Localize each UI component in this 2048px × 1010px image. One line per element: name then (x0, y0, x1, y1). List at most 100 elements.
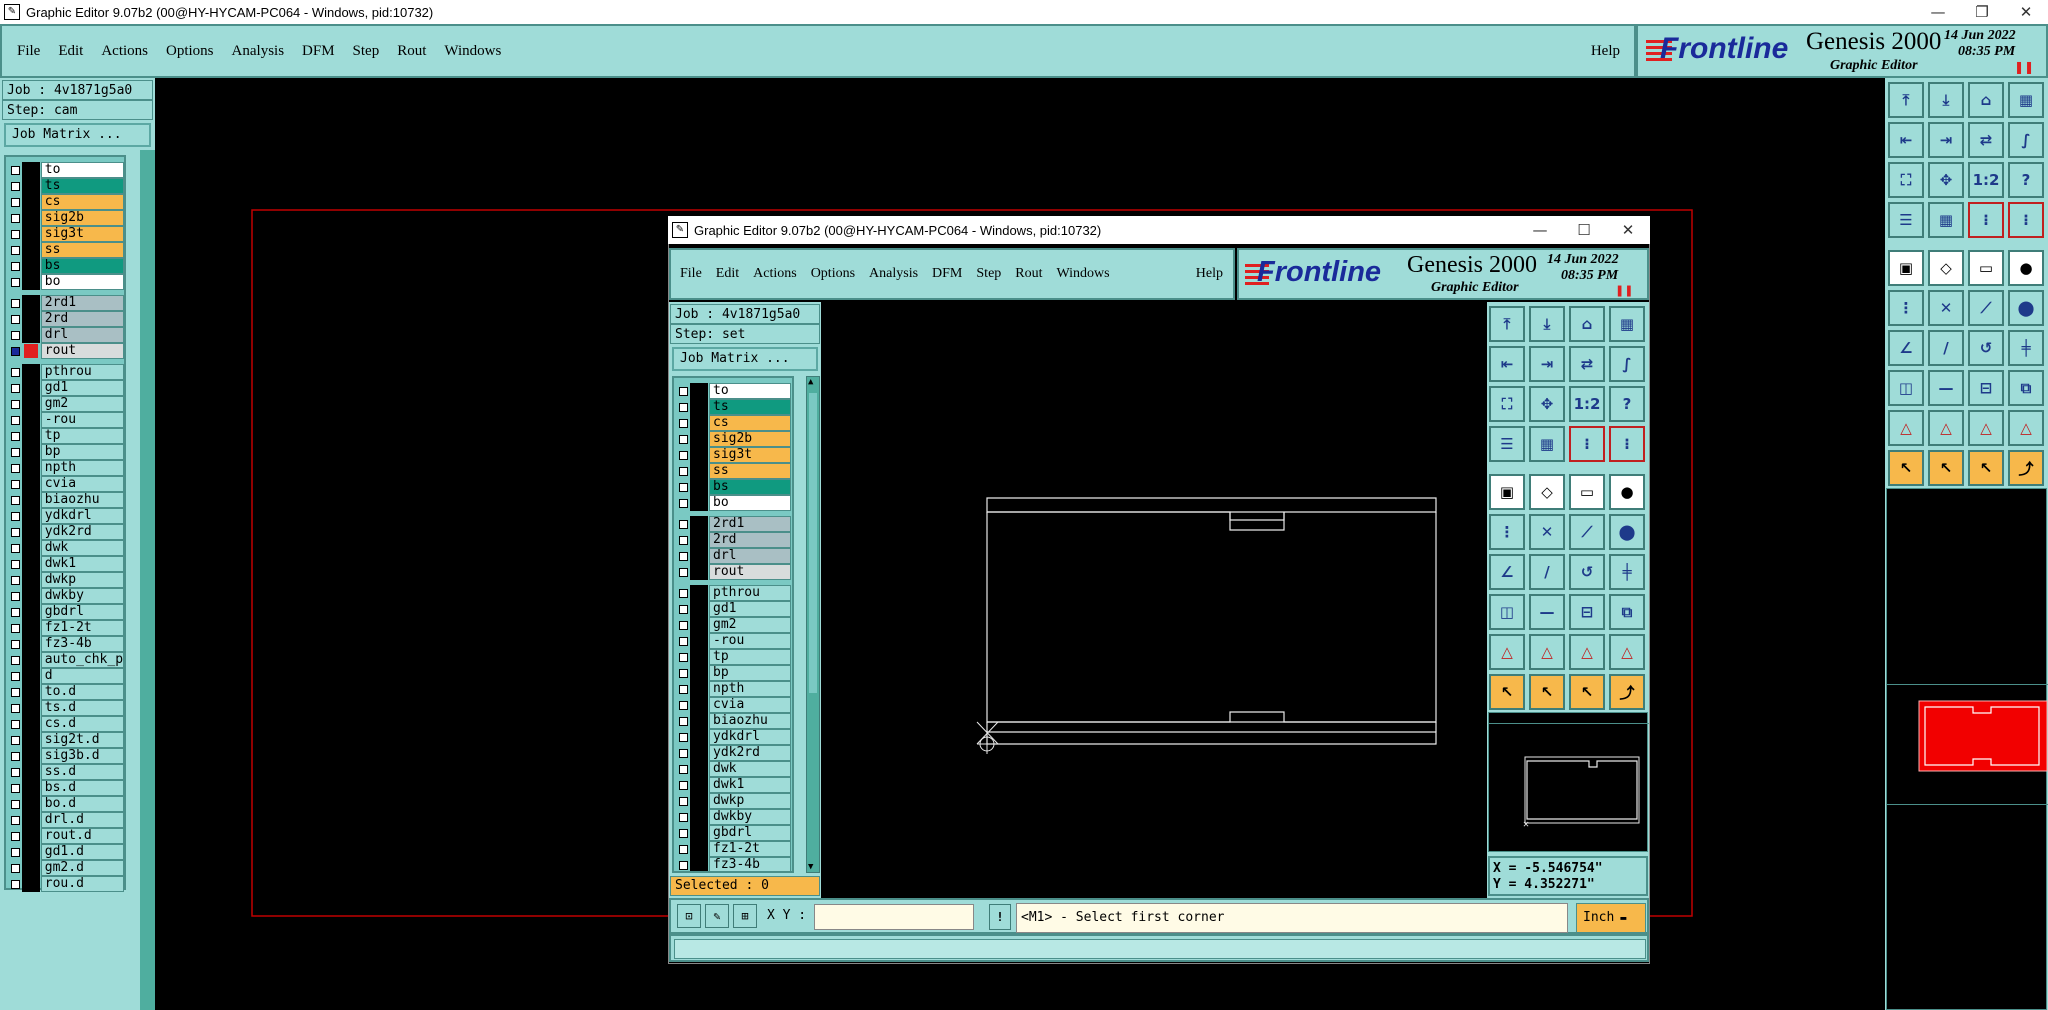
pointer-route-icon[interactable]: ⤴ (2008, 450, 2044, 486)
layer-checkbox[interactable] (11, 165, 20, 175)
layer-checkbox[interactable] (11, 245, 20, 255)
layer-row[interactable]: gd1.d (6, 844, 124, 860)
layer-row[interactable]: ydkdrl (6, 508, 124, 524)
layer-checkbox[interactable] (679, 812, 688, 822)
layer-checkbox[interactable] (679, 860, 688, 870)
inner-maximize-button[interactable]: ☐ (1562, 221, 1606, 239)
layer-row[interactable]: fz3-4b (674, 857, 792, 871)
inner-graphics-canvas[interactable] (822, 302, 1486, 898)
layer-name[interactable]: bs.d (40, 780, 124, 796)
outer-restore-button[interactable]: ❐ (1960, 3, 2004, 21)
layer-checkbox[interactable] (11, 415, 20, 425)
layer-checkbox[interactable] (679, 636, 688, 646)
inner-menu-actions[interactable]: Actions (753, 266, 797, 282)
measure-icon[interactable]: ▣ (1489, 474, 1525, 510)
layer-row[interactable]: bo (674, 495, 792, 511)
layer-row[interactable]: ydk2rd (6, 524, 124, 540)
layer-row[interactable]: tp (6, 428, 124, 444)
layer-checkbox[interactable] (679, 402, 688, 412)
layer-checkbox[interactable] (679, 434, 688, 444)
layer-checkbox[interactable] (679, 748, 688, 758)
traffic-light-icon[interactable]: ⁝ (1569, 426, 1605, 462)
layer-row[interactable]: to (6, 162, 124, 178)
layer-checkbox[interactable] (679, 498, 688, 508)
layer-name[interactable]: dwkby (709, 809, 791, 825)
select-icon[interactable]: ⋮ (1489, 514, 1525, 550)
layer-checkbox[interactable] (11, 831, 20, 841)
layer-name[interactable]: sig2t.d (40, 732, 124, 748)
layer-name[interactable]: fz1-2t (40, 620, 124, 636)
layer-checkbox[interactable] (679, 668, 688, 678)
layer-row[interactable]: biaozhu (674, 713, 792, 729)
fit-icon[interactable]: ⛶ (1888, 162, 1924, 198)
outer-menu-dfm[interactable]: DFM (302, 43, 335, 60)
layer-name[interactable]: to.d (40, 684, 124, 700)
layer-row[interactable]: -rou (674, 633, 792, 649)
traffic-light-icon[interactable]: ⁝ (1968, 202, 2004, 238)
layer-checkbox[interactable] (11, 346, 20, 356)
zoom-edit-icon[interactable]: ✎ (705, 904, 729, 928)
connect-icon[interactable]: ⟋ (1968, 290, 2004, 326)
scroll-up-icon[interactable]: ▲ (808, 377, 813, 387)
layer-row[interactable]: cvia (674, 697, 792, 713)
inner-overview-panel[interactable]: ✕ (1488, 712, 1649, 852)
layer-checkbox[interactable] (679, 604, 688, 614)
layer-row[interactable]: 2rd1 (6, 295, 124, 311)
move-icon[interactable]: ✕ (1529, 514, 1565, 550)
outer-menu-rout[interactable]: Rout (397, 43, 426, 60)
save-icon[interactable]: ⤓ (1529, 306, 1565, 342)
pad-icon[interactable]: ◫ (1888, 370, 1924, 406)
outer-minimize-button[interactable]: — (1916, 3, 1960, 21)
inner-layers-scrollbar[interactable]: ▲ ▼ (806, 376, 820, 873)
layer-name[interactable]: 2rd1 (709, 516, 791, 532)
layer-row[interactable]: -rou (6, 412, 124, 428)
ruler-icon[interactable]: ▭ (1569, 474, 1605, 510)
layer-name[interactable]: cvia (709, 697, 791, 713)
inner-menu-file[interactable]: File (680, 266, 702, 282)
pad-icon[interactable]: ◫ (1489, 594, 1525, 630)
layer-name[interactable]: fz3-4b (709, 857, 791, 871)
layer-checkbox[interactable] (679, 620, 688, 630)
move-icon[interactable]: ✕ (1928, 290, 1964, 326)
layer-checkbox[interactable] (11, 463, 20, 473)
layer-checkbox[interactable] (11, 751, 20, 761)
node-icon[interactable]: ⬤ (1609, 514, 1645, 550)
pointer-icon[interactable]: ↖ (1569, 674, 1605, 710)
layer-row[interactable]: bo (6, 274, 124, 290)
layer-row[interactable]: bp (6, 444, 124, 460)
layer-checkbox[interactable] (11, 277, 20, 287)
layer-name[interactable]: tp (709, 649, 791, 665)
layer-name[interactable]: cs (709, 415, 791, 431)
layer-checkbox[interactable] (11, 559, 20, 569)
layer-row[interactable]: npth (6, 460, 124, 476)
cut-icon[interactable]: — (1928, 370, 1964, 406)
triangle-icon[interactable]: △ (1489, 634, 1525, 670)
connect-icon[interactable]: ⟋ (1569, 514, 1605, 550)
layer-checkbox[interactable] (11, 863, 20, 873)
layer-name[interactable]: gd1 (40, 380, 124, 396)
draw-icon[interactable]: ◇ (1529, 474, 1565, 510)
layer-row[interactable]: gm2 (6, 396, 124, 412)
center-icon[interactable]: ⊟ (1569, 594, 1605, 630)
split-icon[interactable]: ╪ (2008, 330, 2044, 366)
pointer-icon[interactable]: ↖ (1489, 674, 1525, 710)
layer-name[interactable]: ydkdrl (709, 729, 791, 745)
zoom-icon[interactable]: ✥ (1529, 386, 1565, 422)
export-icon[interactable]: ⇥ (1529, 346, 1565, 382)
alert-icon[interactable]: ! (989, 904, 1011, 930)
layer-checkbox[interactable] (11, 623, 20, 633)
outer-menu-windows[interactable]: Windows (444, 43, 501, 60)
layer-row[interactable]: ss (6, 242, 124, 258)
select-icon[interactable]: ⋮ (1888, 290, 1924, 326)
layer-name[interactable]: biaozhu (40, 492, 124, 508)
layer-name[interactable]: biaozhu (709, 713, 791, 729)
zoom-area-icon[interactable]: ⊡ (677, 904, 701, 928)
layer-checkbox[interactable] (11, 671, 20, 681)
arc-icon[interactable]: ↺ (1968, 330, 2004, 366)
layer-row[interactable]: gd1 (6, 380, 124, 396)
pointer-route-icon[interactable]: ⤴ (1609, 674, 1645, 710)
layer-checkbox[interactable] (679, 519, 688, 529)
outer-layers-scrollbar[interactable] (140, 150, 155, 1010)
pointer-icon[interactable]: ↖ (1529, 674, 1565, 710)
layer-checkbox[interactable] (11, 261, 20, 271)
